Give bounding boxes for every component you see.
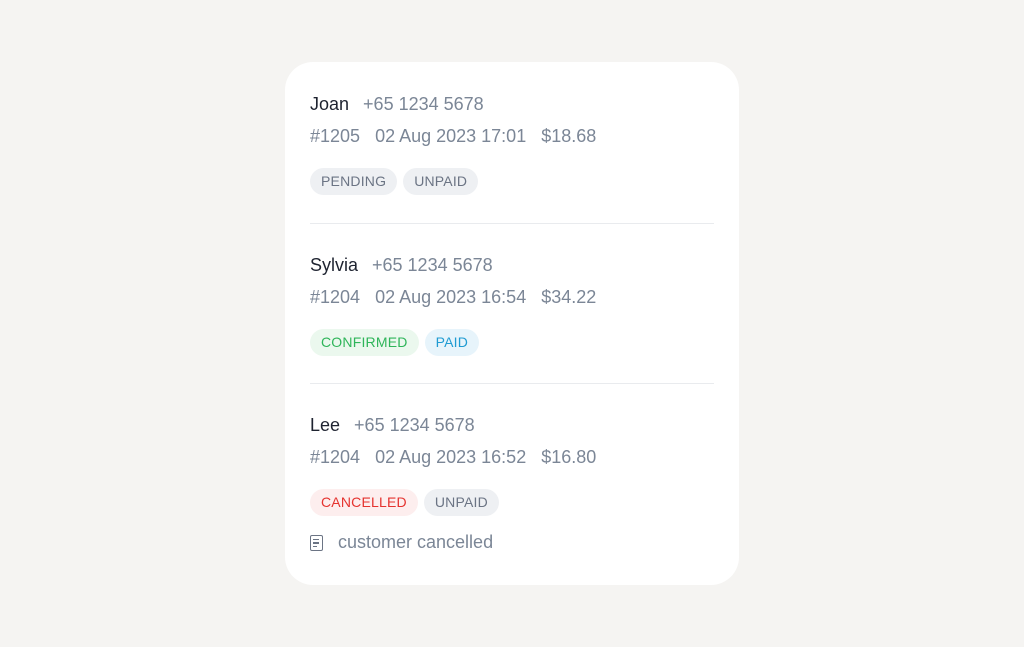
customer-name: Lee <box>310 415 341 435</box>
order-amount: $16.80 <box>541 447 597 467</box>
order-id: #1204 <box>310 447 361 467</box>
order-item[interactable]: Sylvia +65 1234 5678 #1204 02 Aug 2023 1… <box>310 224 714 383</box>
order-id: #1204 <box>310 287 361 307</box>
orders-card: Joan +65 1234 5678 #1205 02 Aug 2023 17:… <box>285 62 739 585</box>
payment-badge: UNPAID <box>423 489 499 516</box>
customer-phone: +65 1234 5678 <box>363 94 484 114</box>
status-badge: CANCELLED <box>310 489 418 516</box>
order-amount: $18.68 <box>541 126 597 146</box>
customer-phone: +65 1234 5678 <box>372 255 493 275</box>
customer-name: Sylvia <box>310 255 359 275</box>
note-text: customer cancelled <box>338 532 494 552</box>
status-badge: CONFIRMED <box>310 329 419 356</box>
order-datetime: 02 Aug 2023 16:52 <box>375 447 527 467</box>
order-item[interactable]: Joan +65 1234 5678 #1205 02 Aug 2023 17:… <box>310 62 714 223</box>
order-datetime: 02 Aug 2023 17:01 <box>375 126 527 146</box>
order-id: #1205 <box>310 126 361 146</box>
order-note: customer cancelled <box>310 532 714 553</box>
customer-phone: +65 1234 5678 <box>354 415 475 435</box>
order-datetime: 02 Aug 2023 16:54 <box>375 287 527 307</box>
payment-badge: UNPAID <box>403 168 479 195</box>
order-amount: $34.22 <box>541 287 597 307</box>
document-icon <box>310 534 323 551</box>
order-item[interactable]: Lee +65 1234 5678 #1204 02 Aug 2023 16:5… <box>310 384 714 584</box>
customer-name: Joan <box>310 94 350 114</box>
payment-badge: PAID <box>424 329 480 356</box>
status-badge: PENDING <box>310 168 398 195</box>
